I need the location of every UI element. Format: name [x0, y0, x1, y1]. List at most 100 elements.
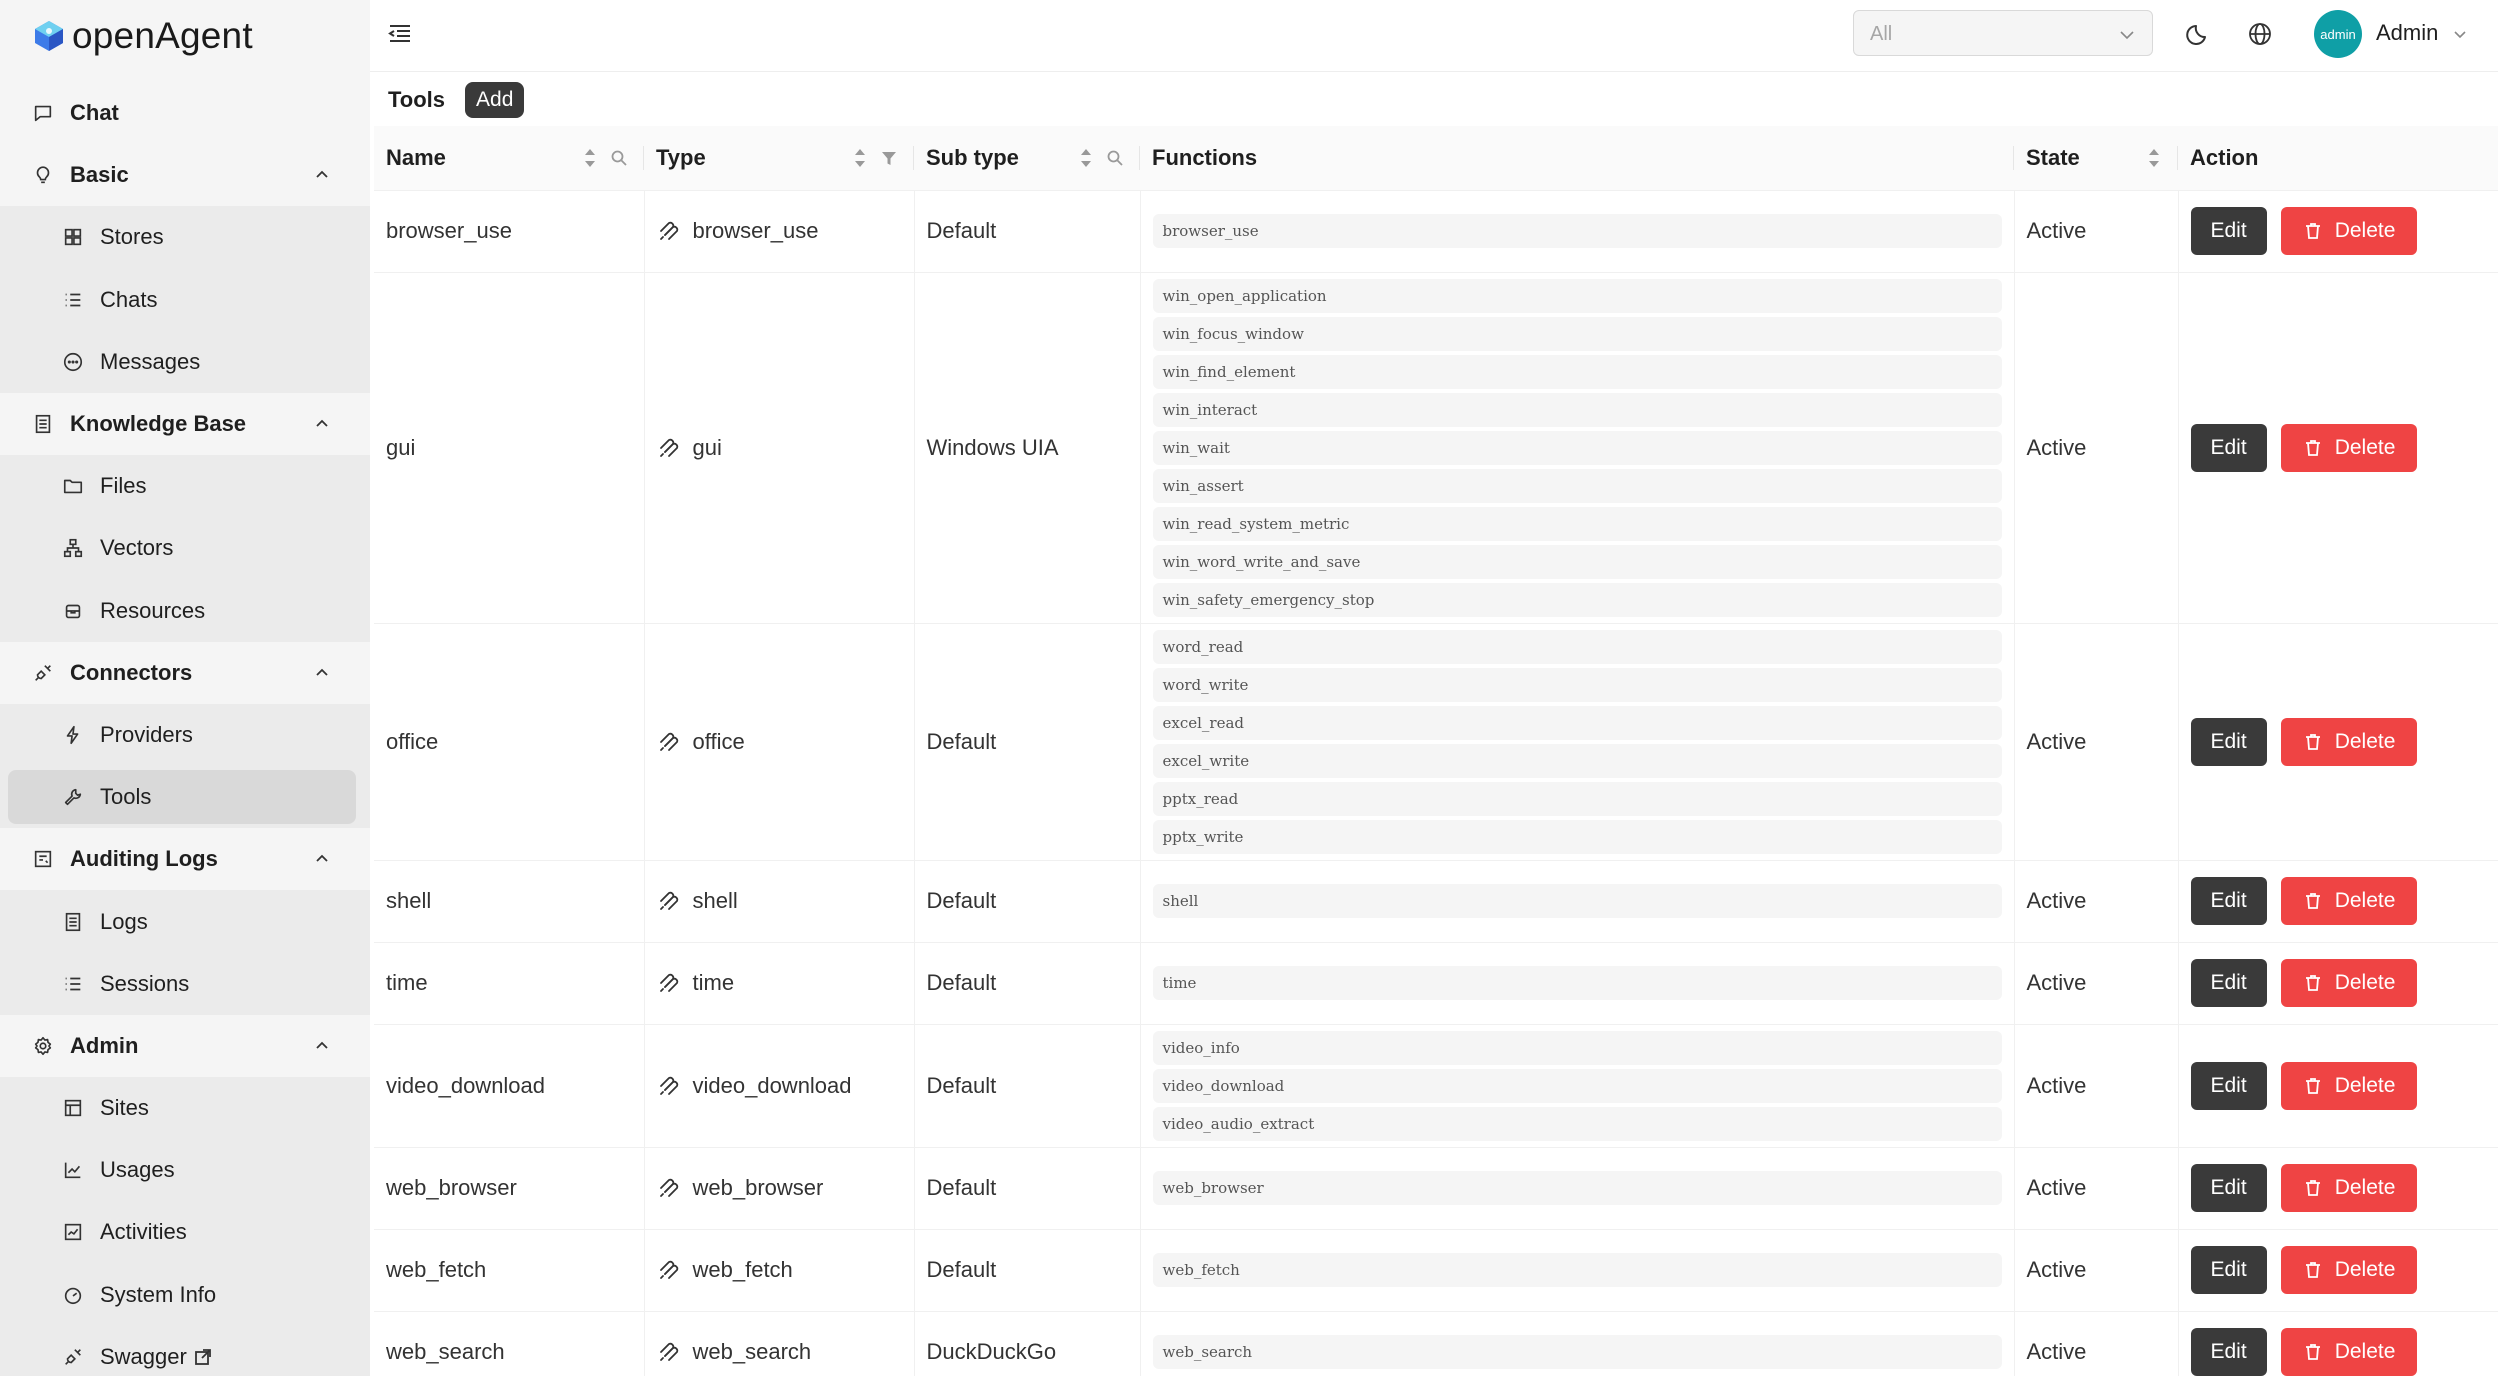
sort-icon[interactable]	[852, 146, 868, 170]
sidebar-item-label: Activities	[100, 1219, 187, 1245]
cell-type: web_search	[644, 1311, 915, 1376]
list-icon	[65, 293, 81, 306]
sidebar-group-knowledge-base[interactable]: Knowledge Base	[0, 393, 370, 455]
user-name[interactable]: Admin	[2376, 20, 2438, 46]
search-icon[interactable]	[610, 149, 628, 167]
sidebar-item-chats[interactable]: Chats	[0, 268, 370, 331]
app-logo[interactable]: openAgent	[32, 12, 253, 60]
delete-button[interactable]: Delete	[2280, 1246, 2418, 1294]
tool-subtype: Default	[926, 1257, 997, 1282]
function-list: browser_use	[1152, 208, 2002, 254]
cell-functions: web_search	[1140, 1311, 2015, 1376]
site-select[interactable]: All	[1853, 10, 2153, 56]
function-list: video_info video_download video_audio_extr…	[1152, 1025, 2002, 1147]
column-controls	[582, 146, 628, 170]
delete-button[interactable]: Delete	[2280, 877, 2418, 925]
sidebar-item-stores[interactable]: Stores	[0, 206, 370, 269]
tool-type: time	[692, 970, 735, 995]
gear-icon	[34, 1036, 52, 1055]
tool-type-icon	[659, 732, 678, 751]
tool-state: Active	[2026, 1257, 2087, 1282]
cell-subtype: Default	[914, 860, 1141, 943]
sidebar-item-label: Tools	[100, 784, 152, 810]
chevron-up-icon	[316, 1041, 328, 1049]
sidebar-menu: Chat Basic Stores Chats Messages Knowled…	[0, 82, 370, 1376]
edit-button[interactable]: Edit	[2190, 1328, 2267, 1376]
sidebar-item-chat[interactable]: Chat	[0, 82, 370, 144]
table-row: gui gui Windows UIA win_open_application win…	[374, 272, 2498, 624]
sort-icon[interactable]	[582, 146, 598, 170]
sidebar-item-label: Chat	[70, 100, 119, 126]
edit-button[interactable]: Edit	[2190, 423, 2267, 472]
tool-state: Active	[2026, 1175, 2087, 1200]
sidebar-item-activities[interactable]: Activities	[0, 1201, 370, 1264]
cell-functions: shell	[1140, 860, 2015, 943]
sidebar-item-system-info[interactable]: System Info	[0, 1263, 370, 1326]
folder-icon	[63, 479, 83, 494]
tool-state: Active	[2026, 1072, 2087, 1098]
main-content: Tools Add Name Type Sub type Functions S…	[370, 72, 2498, 1376]
page-title: Tools	[388, 87, 446, 112]
delete-button[interactable]: Delete	[2280, 717, 2418, 766]
delete-button[interactable]: Delete	[2280, 959, 2418, 1007]
delete-button[interactable]: Delete	[2280, 1328, 2418, 1376]
sidebar-item-resources[interactable]: Resources	[0, 579, 370, 642]
table-row: time time Default time Active Edit Delete	[374, 942, 2498, 1025]
edit-button[interactable]: Edit	[2190, 207, 2267, 255]
sidebar-item-sites[interactable]: Sites	[0, 1077, 370, 1140]
sidebar-item-vectors[interactable]: Vectors	[0, 517, 370, 580]
sidebar-item-label: Basic	[70, 162, 129, 188]
cell-name: office	[374, 623, 645, 861]
cell-action: Edit Delete	[2178, 190, 2498, 273]
function-tag: shell	[1152, 884, 2002, 918]
delete-button[interactable]: Delete	[2280, 1061, 2418, 1110]
sidebar-group-admin[interactable]: Admin	[0, 1015, 370, 1077]
trash-icon	[2305, 223, 2320, 239]
delete-button[interactable]: Delete	[2280, 1164, 2418, 1212]
filter-icon[interactable]	[880, 149, 898, 167]
top-header: All admin Admin	[370, 0, 2498, 72]
function-tag: word_read	[1152, 629, 2002, 664]
moon-icon[interactable]	[2185, 20, 2213, 48]
tool-type-icon	[659, 891, 678, 910]
edit-button[interactable]: Edit	[2190, 959, 2267, 1007]
delete-button[interactable]: Delete	[2280, 207, 2418, 255]
sidebar-group-auditing-logs[interactable]: Auditing Logs	[0, 828, 370, 890]
delete-button[interactable]: Delete	[2280, 423, 2418, 472]
edit-label: Edit	[2210, 889, 2247, 912]
edit-button[interactable]: Edit	[2190, 1246, 2267, 1294]
sidebar-item-swagger[interactable]: Swagger	[0, 1325, 370, 1376]
edit-button[interactable]: Edit	[2190, 877, 2267, 925]
menu-fold-icon[interactable]	[386, 20, 414, 48]
sidebar-item-logs[interactable]: Logs	[0, 890, 370, 953]
avatar[interactable]: admin	[2314, 10, 2362, 58]
chevron-up-icon	[316, 171, 328, 178]
sidebar-item-usages[interactable]: Usages	[0, 1139, 370, 1202]
search-icon[interactable]	[1106, 149, 1124, 167]
sidebar-item-tools[interactable]: Tools	[0, 766, 370, 829]
sidebar-group-basic[interactable]: Basic	[0, 144, 370, 206]
table-body: browser_use browser_use Default browser_use…	[374, 190, 2498, 1376]
function-tag: win_read_system_metric	[1152, 506, 2002, 541]
function-tag: win_focus_window	[1152, 316, 2002, 351]
sort-icon[interactable]	[2146, 146, 2162, 170]
function-list: shell	[1152, 878, 2002, 924]
tool-type: gui	[692, 434, 722, 460]
edit-button[interactable]: Edit	[2190, 1061, 2267, 1110]
tool-subtype: Default	[926, 218, 997, 243]
trash-icon	[2305, 439, 2320, 456]
sidebar-item-files[interactable]: Files	[0, 455, 370, 518]
sidebar-item-providers[interactable]: Providers	[0, 703, 370, 767]
function-tag: win_word_write_and_save	[1152, 544, 2002, 579]
edit-button[interactable]: Edit	[2190, 717, 2267, 766]
sidebar-item-messages[interactable]: Messages	[0, 330, 370, 393]
edit-button[interactable]: Edit	[2190, 1164, 2267, 1212]
tool-state: Active	[2026, 1339, 2087, 1364]
sort-icon[interactable]	[1078, 146, 1094, 170]
sidebar-group-connectors[interactable]: Connectors	[0, 642, 370, 704]
cell-action: Edit Delete	[2178, 860, 2498, 943]
add-button[interactable]: Add	[465, 82, 525, 118]
globe-icon[interactable]	[2246, 20, 2274, 48]
sidebar-item-sessions[interactable]: Sessions	[0, 952, 370, 1015]
chevron-down-icon[interactable]	[2452, 26, 2468, 42]
